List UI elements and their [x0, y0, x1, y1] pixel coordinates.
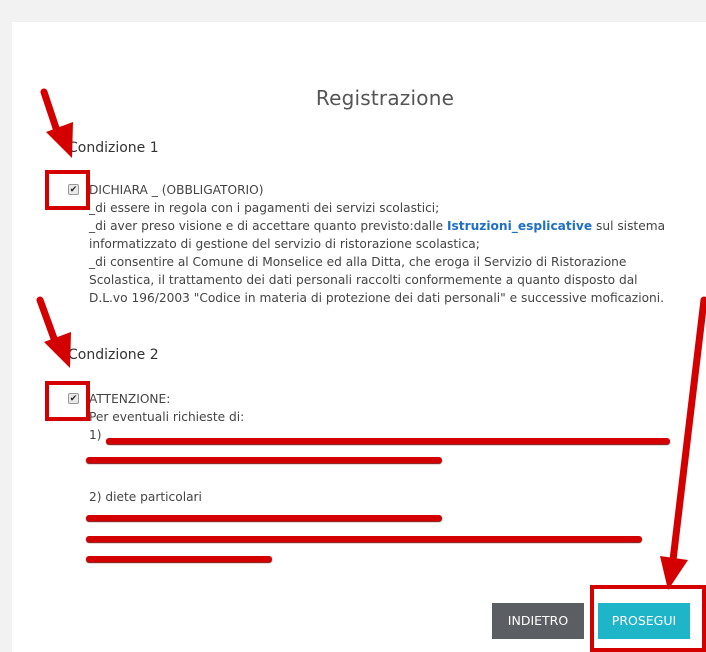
- arrow-to-condition2-icon: [36, 296, 60, 348]
- arrow-to-condition1-icon: [40, 88, 62, 138]
- arrow-to-next-button-icon: [669, 296, 706, 564]
- arrowhead-icon: [46, 122, 73, 158]
- annotation-arrows: [36, 88, 706, 590]
- arrowhead-icon: [44, 332, 71, 368]
- arrowhead-icon: [660, 556, 688, 590]
